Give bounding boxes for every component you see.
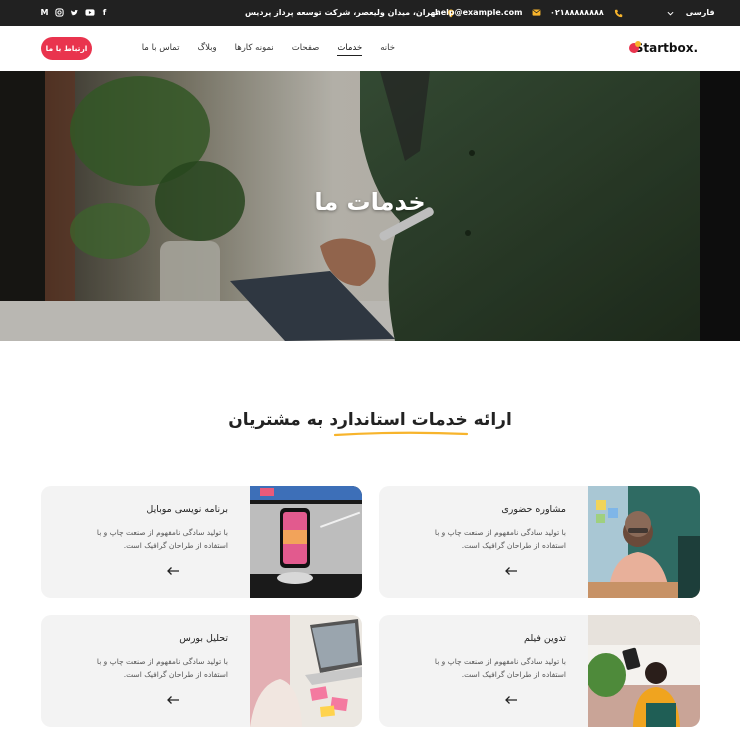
arrow-left-icon[interactable] [504, 566, 518, 576]
service-description: با تولید سادگی نامفهوم از صنعت چاپ و با … [96, 657, 228, 679]
menu-item-portfolio[interactable]: نمونه کارها [235, 43, 274, 56]
contact-us-button[interactable]: ارتباط با ما [41, 37, 92, 60]
phone-on-stand-photo [250, 486, 362, 598]
service-description: با تولید سادگی نامفهوم از صنعت چاپ و با … [96, 528, 228, 550]
facebook-icon[interactable]: f [100, 8, 109, 17]
menu-item-home[interactable]: خانه [380, 43, 395, 56]
title-underline-decoration [333, 431, 469, 437]
top-bar: M f تهران، میدان ولیعصر، شرکت توسعه پردا… [0, 0, 740, 26]
service-title: برنامه نویسی موبایل [146, 504, 228, 515]
email-item[interactable]: help@example.com [435, 8, 541, 17]
email-text[interactable]: help@example.com [435, 8, 522, 17]
youtube-icon[interactable] [85, 8, 95, 17]
address-text: تهران، میدان ولیعصر، شرکت توسعه پرداز پر… [245, 8, 439, 17]
service-card-mobile-dev[interactable]: برنامه نویسی موبایل با تولید سادگی نامفه… [41, 486, 362, 598]
language-label: فارسی [685, 8, 715, 17]
menu-item-blog[interactable]: وبلاگ [197, 43, 216, 56]
language-select[interactable]: فارسی [667, 8, 715, 17]
medium-icon[interactable]: M [40, 8, 49, 17]
woman-working-desk-photo [588, 615, 700, 727]
service-title: مشاوره حضوری [501, 504, 566, 515]
arrow-left-icon[interactable] [166, 695, 180, 705]
phone-item[interactable]: ۰۲۱۸۸۸۸۸۸۸۸ [550, 8, 622, 17]
menu-item-pages[interactable]: صفحات [292, 43, 320, 56]
service-description: با تولید سادگی نامفهوم از صنعت چاپ و با … [434, 657, 566, 679]
phone-icon [614, 9, 622, 17]
twitter-icon[interactable] [70, 8, 79, 17]
arrow-left-icon[interactable] [166, 566, 180, 576]
service-description: با تولید سادگی نامفهوم از صنعت چاپ و با … [434, 528, 566, 550]
arrow-left-icon[interactable] [504, 695, 518, 705]
laptop-sticky-notes-photo [250, 615, 362, 727]
service-card-video-editing[interactable]: تدوین فیلم با تولید سادگی نامفهوم از صنع… [379, 615, 700, 727]
service-title: تدوین فیلم [524, 633, 566, 644]
chevron-down-icon [667, 9, 675, 17]
main-navbar: Startbox. خانه خدمات صفحات نمونه کارها و… [0, 26, 740, 71]
brand-mark-icon [629, 41, 641, 53]
hero-title: خدمات ما [314, 188, 426, 216]
service-title: تحلیل بورس [179, 633, 228, 644]
social-links: M f [40, 8, 109, 17]
service-card-stock-analysis[interactable]: تحلیل بورس با تولید سادگی نامفهوم از صنع… [41, 615, 362, 727]
menu-item-contact[interactable]: تماس با ما [142, 43, 180, 56]
envelope-icon [532, 8, 541, 17]
service-card-consulting[interactable]: مشاوره حضوری با تولید سادگی نامفهوم از ص… [379, 486, 700, 598]
section-title: ارائه خدمات استاندارد به مشتریان [228, 410, 512, 430]
instagram-icon[interactable] [55, 8, 64, 17]
phone-text[interactable]: ۰۲۱۸۸۸۸۸۸۸۸ [550, 8, 604, 17]
main-menu: خانه خدمات صفحات نمونه کارها وبلاگ تماس … [142, 43, 395, 56]
hero-banner: خدمات ما [0, 71, 740, 341]
menu-item-services[interactable]: خدمات [337, 43, 363, 56]
woman-laughing-photo [588, 486, 700, 598]
address-item: تهران، میدان ولیعصر، شرکت توسعه پرداز پر… [245, 8, 455, 18]
brand-logo[interactable]: Startbox. [635, 41, 698, 55]
